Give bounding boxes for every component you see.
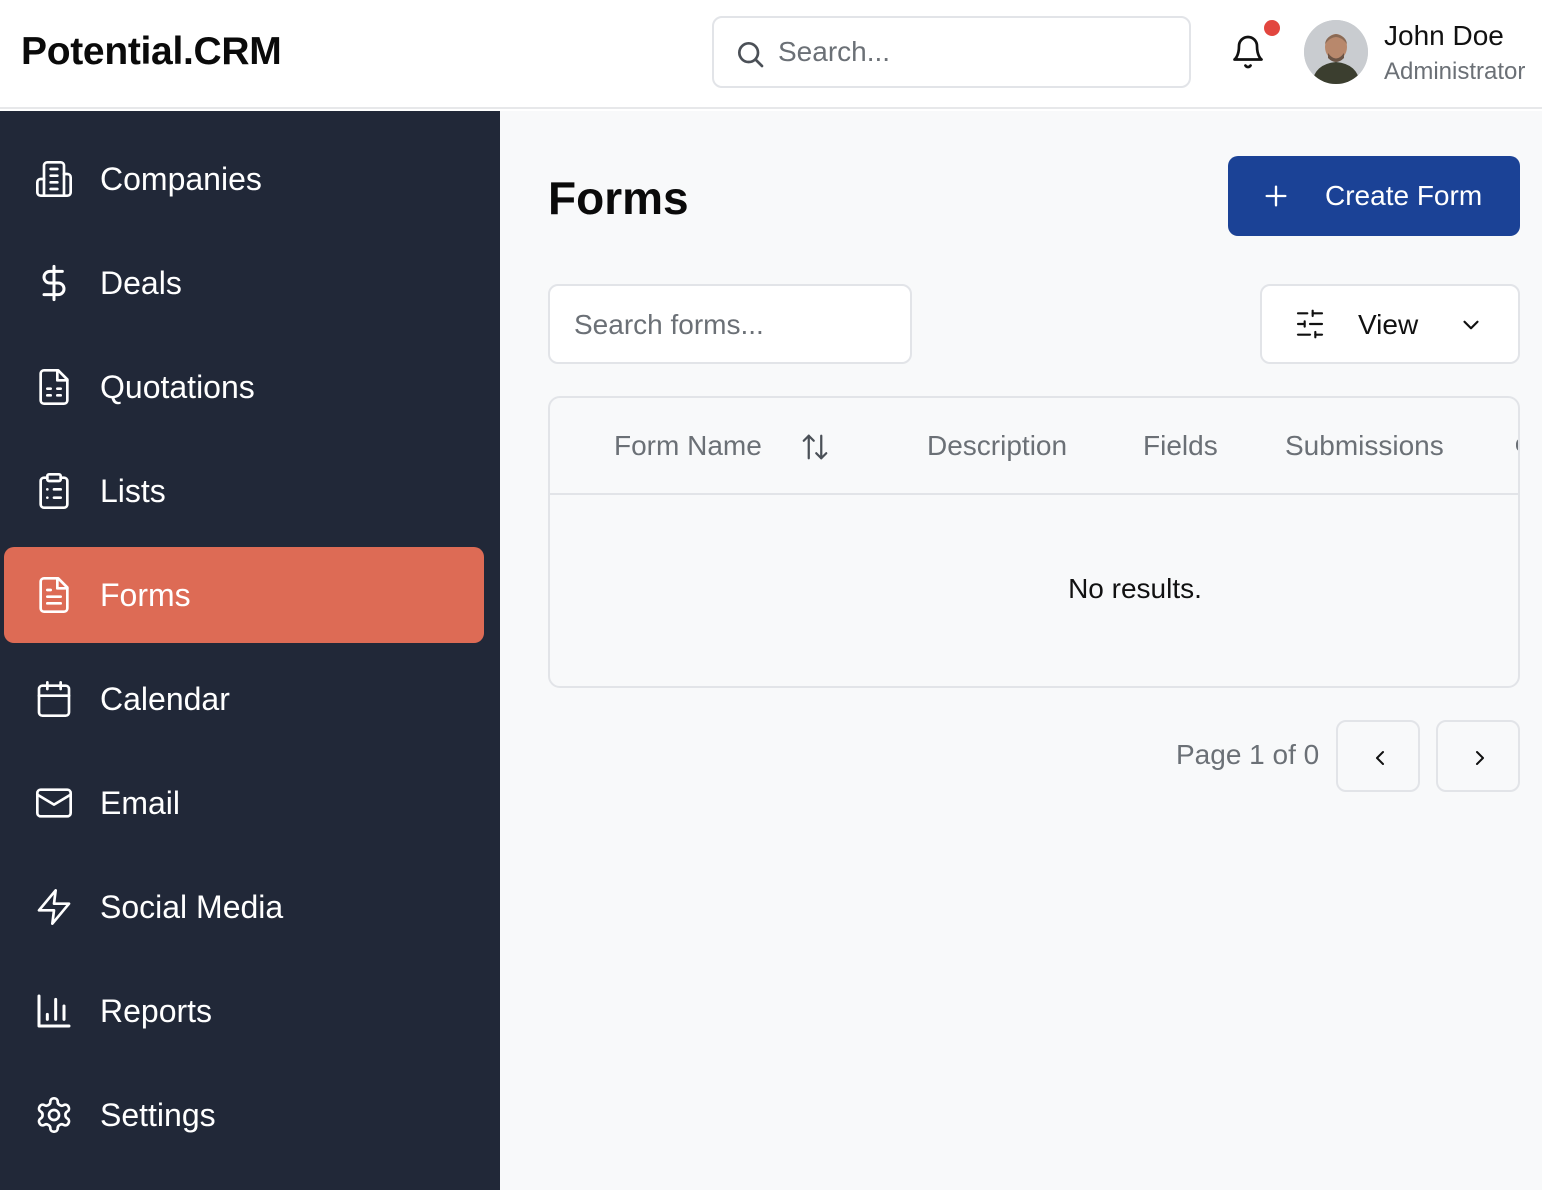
chevron-left-icon — [1376, 751, 1384, 765]
sidebar-item-deals[interactable]: Deals — [4, 235, 484, 331]
column-header-fields[interactable]: Fields — [1143, 430, 1218, 462]
create-form-button[interactable]: Create Form — [1228, 156, 1520, 236]
notification-dot — [1264, 20, 1280, 36]
sidebar-item-settings[interactable]: Settings — [4, 1067, 484, 1163]
mail-icon — [36, 788, 72, 818]
create-form-label: Create Form — [1325, 180, 1483, 211]
chevron-down-icon — [1463, 320, 1479, 330]
sidebar-item-quotations[interactable]: Quotations — [4, 339, 484, 435]
column-header-form-name[interactable]: Form Name — [614, 430, 762, 462]
sidebar-item-lists[interactable]: Lists — [4, 443, 484, 539]
table-header: Form Name Description Fields Submissions — [550, 398, 1518, 495]
sidebar-item-label: Settings — [100, 1097, 216, 1133]
column-header-description[interactable]: Description — [927, 430, 1067, 462]
dollar-icon — [42, 264, 66, 302]
global-search-input[interactable] — [778, 32, 1178, 72]
calendar-icon — [37, 681, 71, 717]
sidebar-item-label: Calendar — [100, 681, 230, 717]
user-role: Administrator — [1384, 58, 1526, 85]
avatar[interactable] — [1304, 20, 1368, 84]
sidebar: Companies Deals Quotations Lists Forms C… — [0, 111, 500, 1190]
gear-icon — [37, 1097, 71, 1133]
clipboard-list-icon — [39, 473, 69, 509]
previous-page-button[interactable] — [1336, 720, 1420, 792]
file-text-icon — [39, 577, 69, 613]
sidebar-item-label: Social Media — [100, 889, 284, 925]
sidebar-item-label: Forms — [100, 577, 191, 613]
sidebar-item-calendar[interactable]: Calendar — [4, 651, 484, 747]
sidebar-item-reports[interactable]: Reports — [4, 963, 484, 1059]
bar-chart-icon — [37, 994, 71, 1028]
top-bar: Potential.CRM John Doe Administrator — [0, 0, 1542, 109]
sort-icon[interactable] — [800, 432, 830, 462]
forms-table: Form Name Description Fields Submissions… — [548, 396, 1520, 688]
zap-icon — [37, 889, 71, 925]
search-icon — [738, 42, 764, 68]
column-header-submissions[interactable]: Submissions — [1285, 430, 1444, 462]
forms-search-input[interactable] — [574, 306, 894, 344]
sidebar-item-label: Reports — [100, 993, 213, 1029]
view-options-button[interactable]: View — [1260, 284, 1520, 364]
sidebar-item-label: Lists — [100, 473, 166, 509]
forms-search-box[interactable] — [548, 284, 912, 364]
chevron-right-icon — [1476, 751, 1484, 765]
app-logo[interactable]: Potential.CRM — [21, 30, 282, 74]
sidebar-item-label: Deals — [100, 265, 182, 301]
sidebar-item-label: Email — [100, 785, 181, 821]
plus-icon — [1265, 185, 1287, 207]
main-content: Forms Create Form View Form Name Descrip… — [500, 111, 1542, 1190]
sidebar-item-forms[interactable]: Forms — [4, 547, 484, 643]
pagination-info: Page 1 of 0 — [1176, 739, 1320, 770]
column-header-overflow — [1516, 438, 1518, 452]
empty-state-message: No results. — [1068, 573, 1202, 604]
sidebar-item-label: Companies — [100, 161, 262, 197]
sidebar-item-label: Quotations — [100, 369, 255, 405]
user-name[interactable]: John Doe — [1384, 20, 1504, 52]
sidebar-item-social-media[interactable]: Social Media — [4, 859, 484, 955]
next-page-button[interactable] — [1436, 720, 1520, 792]
sidebar-item-email[interactable]: Email — [4, 755, 484, 851]
page-title: Forms — [548, 172, 689, 224]
sidebar-item-companies[interactable]: Companies — [4, 131, 484, 227]
global-search-box[interactable] — [712, 16, 1191, 88]
bell-icon[interactable] — [1230, 34, 1266, 70]
building-icon — [36, 161, 72, 198]
sliders-icon — [1296, 309, 1324, 339]
view-label: View — [1358, 309, 1419, 340]
file-spreadsheet-icon — [39, 369, 69, 405]
